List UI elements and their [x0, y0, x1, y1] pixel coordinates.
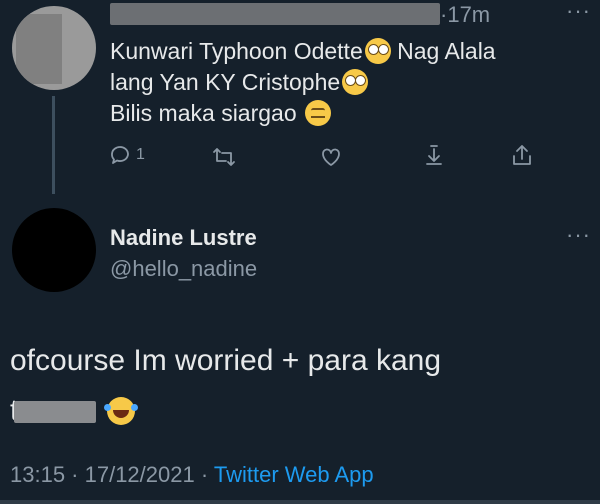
heart-icon — [322, 148, 340, 166]
comment-icon — [111, 146, 129, 164]
share-icon — [513, 145, 531, 165]
main-line-1: ofcourse Im worried + para kang — [10, 344, 442, 377]
reply-timestamp[interactable]: ·17m — [440, 2, 490, 28]
download-button[interactable] — [422, 143, 446, 167]
reply-line-1-text: Kunwari Typhoon Odette — [110, 38, 363, 64]
reply-more-options-icon[interactable]: ··· — [566, 0, 591, 24]
thread-connector-line — [52, 96, 55, 194]
redacted-word — [14, 401, 97, 423]
reply-count: 1 — [136, 146, 145, 163]
reply-line-3: Bilis maka siargao — [110, 98, 496, 129]
retweet-icon — [213, 148, 235, 166]
main-more-options-icon[interactable]: ··· — [566, 222, 591, 248]
tears-of-joy-emoji-icon — [103, 397, 135, 425]
reply-line-1: Kunwari Typhoon Odette Nag Alala — [110, 36, 496, 67]
main-author-handle[interactable]: @hello_nadine — [110, 256, 257, 282]
divider — [0, 500, 600, 504]
reply-line-2-text: lang Yan KY Cristophe — [110, 69, 341, 95]
main-author-name[interactable]: Nadine Lustre — [110, 225, 257, 251]
tweet-source-link[interactable]: Twitter Web App — [214, 462, 374, 487]
reply-line-2: lang Yan KY Cristophe — [110, 67, 496, 98]
tweet-metadata: 13:15 · 17/12/2021 · Twitter Web App — [10, 462, 374, 488]
like-button[interactable] — [319, 145, 343, 169]
reply-author-name-redacted[interactable] — [110, 3, 440, 25]
main-avatar[interactable] — [12, 208, 96, 292]
main-line-2: t — [10, 386, 441, 436]
reply-button[interactable]: 1 — [108, 143, 145, 167]
tweet-timestamp[interactable]: 13:15 · 17/12/2021 · — [10, 462, 214, 487]
share-button[interactable] — [510, 143, 534, 167]
rolling-eyes-emoji-icon — [342, 69, 369, 95]
main-tweet-text: ofcourse Im worried + para kang t — [10, 336, 441, 436]
reply-tweet-text: Kunwari Typhoon Odette Nag Alala lang Ya… — [110, 36, 496, 129]
raised-eyebrow-emoji-icon — [305, 100, 332, 126]
reply-line-3-text: Bilis maka siargao — [110, 100, 304, 126]
retweet-button[interactable] — [212, 145, 236, 169]
reply-line-1-text-end: Nag Alala — [390, 38, 496, 64]
reply-avatar-redacted[interactable] — [12, 6, 96, 90]
rolling-eyes-emoji-icon — [364, 38, 391, 64]
download-icon — [426, 145, 442, 165]
reply-time-value[interactable]: 17m — [447, 2, 490, 27]
